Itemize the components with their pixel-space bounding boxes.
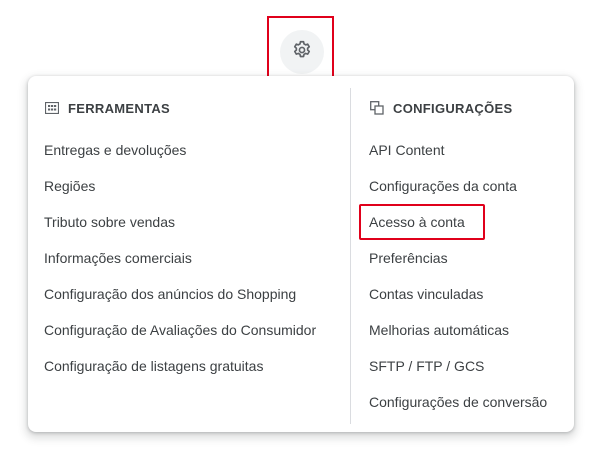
tools-title: FERRAMENTAS — [68, 100, 170, 116]
menu-item-acesso-conta[interactable]: Acesso à conta — [359, 204, 574, 240]
settings-header: CONFIGURAÇÕES — [369, 98, 574, 118]
menu-item-contas-vinculadas[interactable]: Contas vinculadas — [369, 276, 574, 312]
menu-item-sftp[interactable]: SFTP / FTP / GCS — [369, 348, 574, 384]
menu-item-informacoes[interactable]: Informações comerciais — [44, 240, 344, 276]
menu-item-entregas[interactable]: Entregas e devoluções — [44, 132, 344, 168]
menu-item-melhorias-automaticas[interactable]: Melhorias automáticas — [369, 312, 574, 348]
settings-title: CONFIGURAÇÕES — [393, 100, 513, 116]
column-divider — [350, 88, 351, 424]
gear-icon — [291, 39, 313, 66]
stage: FERRAMENTAS Entregas e devoluções Regiõe… — [0, 0, 603, 458]
grid-table-icon — [44, 100, 60, 116]
menu-item-configuracoes-conta[interactable]: Configurações da conta — [369, 168, 574, 204]
tools-column: FERRAMENTAS Entregas e devoluções Regiõe… — [44, 76, 344, 432]
menu-item-avaliacoes[interactable]: Configuração de Avaliações do Consumidor — [44, 312, 344, 348]
menu-item-configuracoes-conversao[interactable]: Configurações de conversão — [369, 384, 574, 420]
menu-item-preferencias[interactable]: Preferências — [369, 240, 574, 276]
settings-menu-panel: FERRAMENTAS Entregas e devoluções Regiõe… — [28, 76, 574, 432]
menu-item-anuncios-shopping[interactable]: Configuração dos anúncios do Shopping — [44, 276, 344, 312]
tools-header: FERRAMENTAS — [44, 98, 344, 118]
settings-column: CONFIGURAÇÕES API Content Configurações … — [359, 76, 574, 432]
menu-item-regioes[interactable]: Regiões — [44, 168, 344, 204]
menu-item-tributo[interactable]: Tributo sobre vendas — [44, 204, 344, 240]
menu-item-api-content[interactable]: API Content — [369, 132, 574, 168]
copy-stack-icon — [369, 100, 385, 116]
settings-gear-button[interactable] — [280, 30, 324, 74]
menu-item-listagens-gratuitas[interactable]: Configuração de listagens gratuitas — [44, 348, 344, 384]
